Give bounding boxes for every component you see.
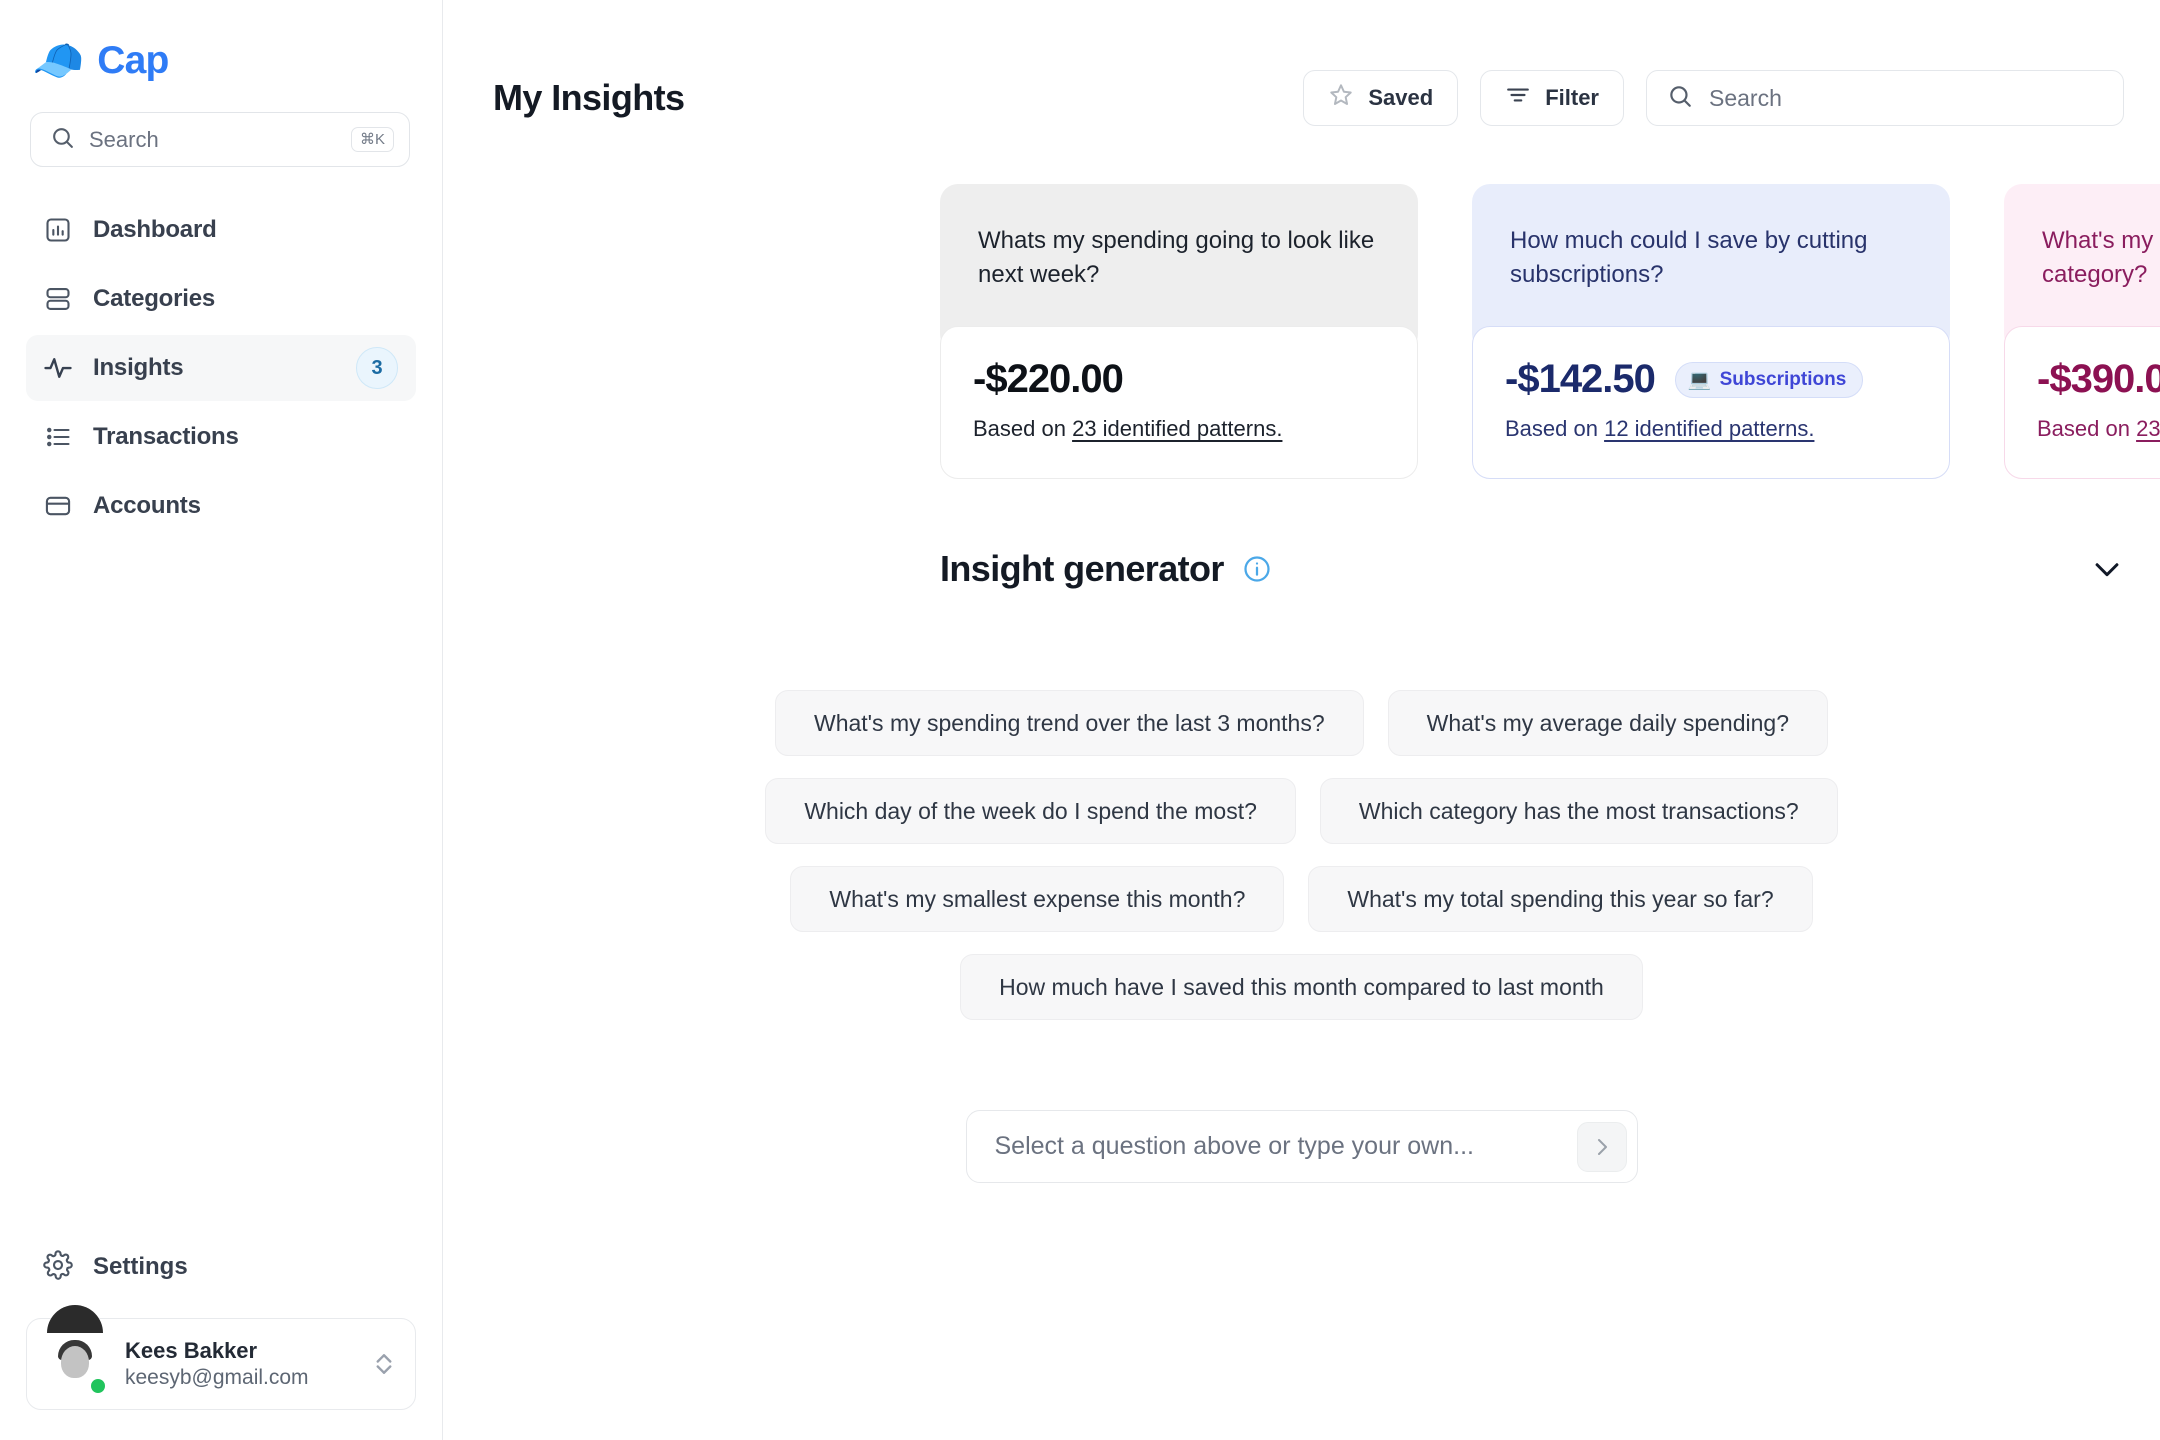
chip-row: Which day of the week do I spend the mos… (765, 778, 1838, 844)
main-content: My Insights Saved Filter Search Whats my… (443, 0, 2160, 1440)
sidebar-search-shortcut: ⌘K (350, 127, 394, 152)
insight-card[interactable]: Whats my spending going to look like nex… (940, 184, 1418, 480)
send-button[interactable] (1576, 1121, 1627, 1172)
laptop-icon: 💻 (1687, 369, 1712, 391)
sidebar-item-insights[interactable]: Insights 3 (26, 335, 416, 401)
sidebar-item-label: Dashboard (93, 216, 217, 243)
search-icon (50, 125, 75, 155)
activity-pulse-icon (43, 353, 73, 383)
page-header: My Insights Saved Filter Search (443, 0, 2160, 126)
insight-basis-prefix: Based on (1505, 416, 1605, 442)
sidebar-item-settings[interactable]: Settings (26, 1236, 416, 1298)
brand[interactable]: 🧢 Cap (0, 0, 442, 86)
sidebar-insights-badge: 3 (356, 347, 398, 389)
saved-label: Saved (1368, 85, 1434, 110)
insight-basis: Based on 12 identified patterns. (1505, 416, 1915, 442)
brand-name: Cap (97, 39, 169, 82)
suggestion-chip[interactable]: What's my spending trend over the last 3… (774, 690, 1364, 756)
suggestion-chip[interactable]: How much have I saved this month compare… (960, 954, 1643, 1020)
sidebar-item-accounts[interactable]: Accounts (26, 473, 416, 539)
credit-card-icon (43, 491, 73, 521)
header-search-input[interactable]: Search (1646, 70, 2124, 126)
insight-card-body: -$220.00 Based on 23 identified patterns… (940, 326, 1418, 480)
insight-basis-prefix: Based on (2037, 416, 2137, 442)
sidebar-search-placeholder: Search (89, 126, 159, 152)
sidebar-item-dashboard[interactable]: Dashboard (26, 197, 416, 263)
chip-row: What's my spending trend over the last 3… (774, 690, 1829, 756)
insight-category-tag[interactable]: 💻 Subscriptions (1674, 361, 1864, 398)
chevron-down-icon[interactable] (2090, 552, 2124, 586)
list-icon (43, 422, 73, 452)
saved-button[interactable]: Saved (1303, 70, 1459, 126)
sidebar-item-label: Accounts (93, 492, 201, 519)
star-icon (1328, 82, 1354, 114)
sidebar-nav: Dashboard Categories Insights 3 Transact… (0, 197, 442, 539)
sidebar-item-label: Transactions (93, 423, 239, 450)
suggestion-chip[interactable]: What's my total spending this year so fa… (1308, 866, 1813, 932)
filter-button[interactable]: Filter (1480, 70, 1624, 126)
insight-card-body: -$390.00 🛒 Groceries Based on 23 identif… (2004, 326, 2160, 480)
insight-generator-header: Insight generator (940, 548, 2124, 590)
suggestion-chips: What's my spending trend over the last 3… (443, 690, 2160, 1020)
insight-basis: Based on 23 identified patterns. (973, 416, 1383, 442)
profile-switcher[interactable]: Kees Bakker keesyb@gmail.com (26, 1305, 416, 1410)
chevron-up-down-icon[interactable] (373, 1349, 395, 1379)
page-title: My Insights (493, 77, 685, 118)
header-tools: Saved Filter Search (1303, 70, 2160, 126)
sidebar-item-label: Categories (93, 285, 216, 312)
sidebar-item-transactions[interactable]: Transactions (26, 404, 416, 470)
profile-email: keesyb@gmail.com (125, 1366, 309, 1389)
suggestion-chip[interactable]: Which category has the most transactions… (1319, 778, 1838, 844)
search-icon (1667, 83, 1693, 114)
header-search-placeholder: Search (1709, 84, 1782, 111)
app-root: 🧢 Cap Search ⌘K Dashboard Categories Ins… (0, 0, 2160, 1440)
suggestion-chip[interactable]: What's my average daily spending? (1387, 690, 1829, 756)
avatar (44, 1305, 107, 1395)
profile-name: Kees Bakker (125, 1338, 258, 1363)
suggestion-chip[interactable]: What's my smallest expense this month? (790, 866, 1285, 932)
insight-basis: Based on 23 identified patterns. (2037, 416, 2160, 442)
layers-icon (43, 284, 73, 314)
insight-basis-link[interactable]: 23 identified patterns. (1072, 416, 1282, 441)
sidebar-footer: Settings Kees Bakker keesyb@gmail.com (0, 1236, 442, 1440)
gear-icon (43, 1249, 73, 1285)
insight-category-label: Subscriptions (1719, 368, 1847, 390)
sidebar-item-label: Insights (93, 354, 184, 381)
sidebar: 🧢 Cap Search ⌘K Dashboard Categories Ins… (0, 0, 443, 1440)
chip-row: What's my smallest expense this month? W… (790, 866, 1813, 932)
sidebar-item-categories[interactable]: Categories (26, 266, 416, 332)
ask-box-wrapper: Select a question above or type your own… (443, 1110, 2160, 1183)
cap-emoji-icon: 🧢 (32, 37, 85, 84)
filter-label: Filter (1545, 85, 1599, 110)
info-circle-icon[interactable] (1242, 554, 1272, 584)
question-input-placeholder: Select a question above or type your own… (994, 1132, 1474, 1160)
insight-basis-link[interactable]: 12 identified patterns. (1604, 416, 1814, 441)
insight-generator-title: Insight generator (940, 548, 1224, 589)
insight-card[interactable]: How much could I save by cutting subscri… (1472, 184, 1950, 480)
settings-label: Settings (93, 1253, 188, 1280)
insight-amount: -$220.00 (973, 357, 1124, 402)
insight-cards: Whats my spending going to look like nex… (443, 184, 2160, 480)
sidebar-search-input[interactable]: Search ⌘K (30, 112, 410, 167)
suggestion-chip[interactable]: Which day of the week do I spend the mos… (765, 778, 1296, 844)
filter-icon (1505, 82, 1531, 114)
status-online-dot (89, 1377, 107, 1395)
bar-chart-icon (43, 215, 73, 245)
insight-card[interactable]: What's my most expensive spending catego… (2004, 184, 2160, 480)
insight-amount: -$390.00 (2037, 357, 2160, 402)
insight-amount: -$142.50 (1505, 357, 1656, 402)
insight-basis-prefix: Based on (973, 416, 1073, 442)
insight-basis-link[interactable]: 23 identified patterns. (2136, 416, 2160, 441)
question-input[interactable]: Select a question above or type your own… (965, 1110, 1638, 1183)
chip-row: How much have I saved this month compare… (960, 954, 1643, 1020)
insight-card-body: -$142.50 💻 Subscriptions Based on 12 ide… (1472, 326, 1950, 480)
